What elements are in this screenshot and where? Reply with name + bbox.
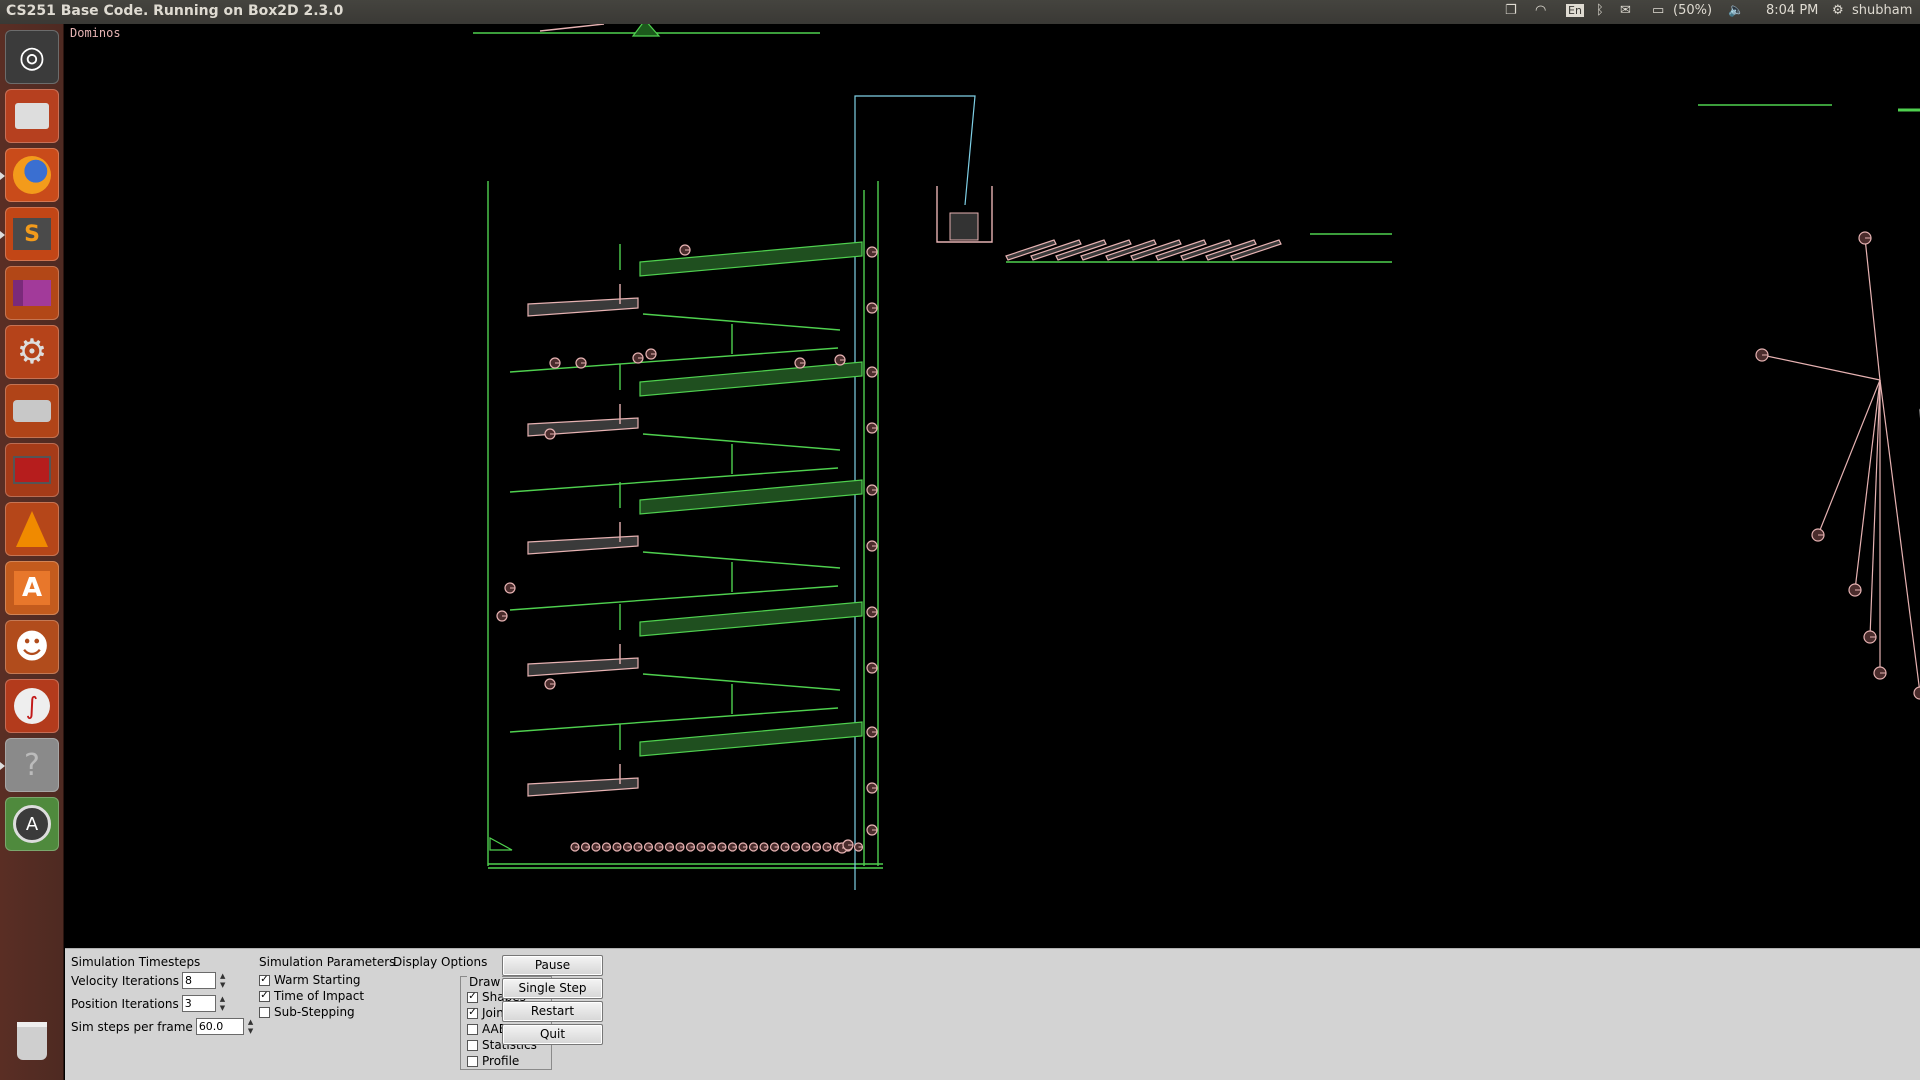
position-iterations-input[interactable]: 3 (181, 995, 216, 1012)
time-of-impact-checkbox[interactable]: ✓ Time of Impact (259, 989, 364, 1003)
slope-board (639, 361, 863, 397)
quit-button[interactable]: Quit (502, 1024, 603, 1045)
pusher-arm (527, 657, 639, 677)
velocity-iterations-spinner[interactable]: ▲ ▼ (220, 972, 230, 989)
parameters-header: Simulation Parameters (259, 955, 396, 969)
physics-world[interactable] (65, 19, 1920, 948)
top-panel: CS251 Base Code. Running on Box2D 2.3.0 … (0, 0, 1920, 24)
sim-steps-input[interactable]: 60.0 (195, 1018, 244, 1035)
pendulum-bob (1913, 686, 1920, 700)
display-options-header: Display Options (393, 955, 488, 969)
firefox-icon[interactable] (0, 148, 59, 202)
basket-weight (949, 212, 979, 241)
unchecked-box[interactable] (467, 1023, 478, 1035)
document-viewer-icon[interactable]: ∫ (5, 679, 59, 733)
pendulum-rod (1864, 237, 1881, 381)
position-iterations-spinner[interactable]: ▲ ▼ (220, 995, 230, 1012)
control-panel: Simulation Timesteps Velocity Iterations… (65, 948, 1920, 1080)
mail-icon[interactable]: ✉ (1620, 3, 1631, 18)
warm-starting-checkbox[interactable]: ✓ Warm Starting (259, 973, 361, 987)
slope-board (639, 601, 863, 637)
restart-button[interactable]: Restart (502, 1001, 603, 1022)
clock[interactable]: 8:04 PM (1766, 3, 1818, 18)
workspace-switcher-icon[interactable] (5, 266, 59, 320)
software-updater-icon[interactable]: A (5, 797, 59, 851)
deflector-upper (642, 433, 841, 451)
bluetooth-icon[interactable]: ᛒ (1596, 3, 1604, 18)
keyboard-layout-indicator[interactable]: En (1566, 4, 1584, 17)
vlc-icon[interactable] (5, 502, 59, 556)
sublime-text-icon[interactable]: S (0, 207, 59, 261)
pusher-arm (527, 777, 639, 797)
dash-home-icon[interactable]: ◎ (5, 30, 59, 84)
pendulum-rod (1761, 354, 1881, 381)
pusher-arm (527, 297, 639, 317)
deflector-upper (642, 673, 841, 691)
disk-icon[interactable] (5, 384, 59, 438)
unchecked-box[interactable] (467, 1055, 478, 1067)
warm-starting-label: Warm Starting (274, 973, 361, 987)
single-step-button[interactable]: Single Step (502, 978, 603, 999)
gear-icon[interactable]: ⚙ (1832, 3, 1844, 18)
files-icon[interactable] (5, 89, 59, 143)
sub-stepping-label: Sub-Stepping (274, 1005, 355, 1019)
pidgin-icon[interactable]: ☻ (5, 620, 59, 674)
volume-icon[interactable]: 🔈 (1728, 3, 1744, 18)
software-center-icon[interactable]: A (5, 561, 59, 615)
wifi-icon[interactable]: ◠ (1535, 3, 1546, 18)
slope-board (639, 241, 863, 277)
draw-label: Draw (467, 975, 503, 989)
window-title: CS251 Base Code. Running on Box2D 2.3.0 (6, 3, 344, 19)
system-settings-icon[interactable]: ⚙ (5, 325, 59, 379)
pendulum-rod (1879, 379, 1920, 694)
slope-board (639, 479, 863, 515)
check-icon[interactable]: ✓ (467, 991, 478, 1003)
simulation-canvas[interactable] (65, 19, 1920, 948)
timesteps-header: Simulation Timesteps (71, 955, 201, 969)
test-name-label: Dominos (70, 26, 121, 40)
pusher-arm (527, 535, 639, 555)
sim-steps-label: Sim steps per frame (71, 1019, 193, 1034)
unchecked-box[interactable] (467, 1039, 478, 1051)
top-wedge (631, 19, 661, 37)
velocity-iterations-input[interactable]: 8 (182, 972, 217, 989)
pause-button[interactable]: Pause (502, 955, 603, 976)
check-icon[interactable]: ✓ (259, 990, 270, 1002)
deflector-upper (642, 313, 841, 331)
floor-wedge (489, 836, 513, 851)
deflector-upper (642, 551, 841, 569)
user-name[interactable]: shubham (1852, 3, 1912, 18)
unchecked-box[interactable] (259, 1006, 270, 1018)
launcher: ◎ S ⚙ A ☻ ∫ ? A (0, 24, 64, 1080)
trash-icon[interactable] (5, 1014, 59, 1068)
battery-percentage[interactable]: (50%) (1673, 3, 1712, 18)
profile-label: Profile (482, 1054, 520, 1068)
sim-steps-spinner[interactable]: ▲ ▼ (248, 1018, 258, 1035)
deflector-lower (509, 585, 839, 611)
profile-checkbox[interactable]: Profile (467, 1054, 519, 1068)
check-icon[interactable]: ✓ (467, 1007, 478, 1019)
top-plank (539, 23, 605, 32)
dropbox-icon[interactable]: ❐ (1505, 3, 1517, 18)
time-of-impact-label: Time of Impact (274, 989, 365, 1003)
help-icon[interactable]: ? (0, 738, 59, 792)
sub-stepping-checkbox[interactable]: Sub-Stepping (259, 1005, 355, 1019)
terminal-icon[interactable] (5, 443, 59, 497)
velocity-iterations-label: Velocity Iterations (71, 973, 180, 988)
battery-icon[interactable]: ▭ (1652, 3, 1664, 18)
position-iterations-label: Position Iterations (71, 996, 179, 1011)
check-icon[interactable]: ✓ (259, 974, 270, 986)
slope-board (639, 721, 863, 757)
